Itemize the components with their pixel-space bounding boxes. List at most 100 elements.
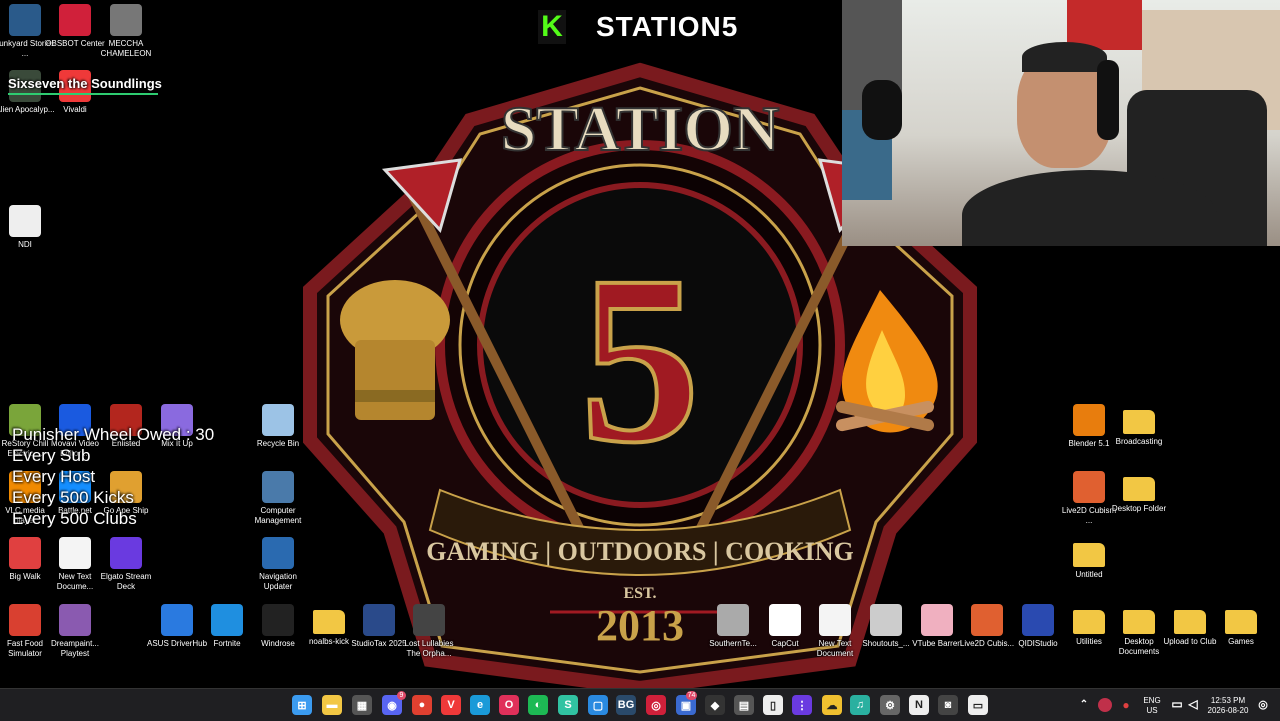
desktop-icon[interactable]: Live2D Cubis... xyxy=(960,604,1014,649)
shoutouts-icon xyxy=(870,604,902,636)
settings-icon[interactable]: ⚙ xyxy=(880,695,900,715)
ndi-tray-icon[interactable]: N xyxy=(909,695,929,715)
clock-time: 12:53 PM xyxy=(1210,696,1246,705)
desktop-icon[interactable]: Big Walk xyxy=(0,537,50,582)
windows-start-icon[interactable]: ⊞ xyxy=(292,695,312,715)
desktop-icon-label: Vivaldi xyxy=(63,105,87,114)
audio-icon[interactable]: ♫ xyxy=(850,695,870,715)
svg-text:GAMING | OUTDOORS | COOKING: GAMING | OUTDOORS | COOKING xyxy=(426,537,853,566)
desktop-icon-label: SouthernTe... xyxy=(709,639,757,648)
desktop-icon[interactable]: Navigation Updater xyxy=(253,537,303,592)
desktop-icon[interactable]: Computer Management xyxy=(253,471,303,526)
kick-logo-icon: K xyxy=(538,10,566,44)
desktop-icon[interactable]: Upload to Club xyxy=(1164,604,1216,647)
wheel-line-2: Every Host xyxy=(12,467,96,486)
edge-icon[interactable]: e xyxy=(470,695,490,715)
navigation-icon xyxy=(262,537,294,569)
vtube-icon xyxy=(921,604,953,636)
desktop-icon[interactable]: VTube Barren xyxy=(912,604,962,649)
dreampaint-icon xyxy=(59,604,91,636)
language-indicator[interactable]: ENG US xyxy=(1140,696,1164,716)
tray-app-icon[interactable] xyxy=(1098,698,1112,712)
lostlullabies-icon xyxy=(413,604,445,636)
game-icon xyxy=(9,4,41,36)
desktop-icon[interactable]: StudioTax 2025 xyxy=(351,604,407,649)
store-icon[interactable]: ▦ xyxy=(352,695,372,715)
desktop-icon[interactable]: Live2D Cubism ... xyxy=(1062,471,1116,526)
desktop-icon[interactable]: NDI xyxy=(0,205,50,250)
vivaldi-icon[interactable]: V xyxy=(441,695,461,715)
desktop-icon-label: Navigation Updater xyxy=(259,572,297,591)
desktop-icon[interactable]: Windrose xyxy=(253,604,303,649)
streamdeck-icon xyxy=(110,537,142,569)
desktop-icon[interactable]: Untitled xyxy=(1064,537,1114,580)
desktop-icon[interactable]: CapCut xyxy=(760,604,810,649)
desktop-icon[interactable]: Fast Food Simulator xyxy=(0,604,50,659)
streamdeck-icon[interactable]: ⋮ xyxy=(792,695,812,715)
network-icon[interactable]: ▭ xyxy=(1170,697,1184,711)
folder-icon xyxy=(1225,610,1257,634)
desktop-icon[interactable]: Utilities xyxy=(1064,604,1114,647)
bg-icon[interactable]: BG xyxy=(616,695,636,715)
desktop-icon[interactable]: Games xyxy=(1216,604,1266,647)
desktop-icon[interactable]: Dreampaint... Playtest xyxy=(50,604,100,659)
fastfood-icon xyxy=(9,604,41,636)
keyboard-region: US xyxy=(1146,706,1158,715)
microphone-tray-icon[interactable]: ● xyxy=(1120,698,1132,712)
chrome-icon[interactable]: ● xyxy=(412,695,432,715)
obsbot-icon[interactable]: ◎ xyxy=(646,695,666,715)
desktop-icon-label: Recycle Bin xyxy=(256,439,300,448)
obs-icon[interactable]: ◙ xyxy=(938,695,958,715)
desktop-icon[interactable]: MECCHA CHAMELEON xyxy=(101,4,151,59)
desktop-icon[interactable]: OBSBOT Center xyxy=(45,4,105,49)
desktop-icon[interactable]: Shoutouts_... xyxy=(861,604,911,649)
volume-icon[interactable]: ◁ xyxy=(1186,697,1200,711)
text-document-icon xyxy=(59,537,91,569)
desktop-icon[interactable]: Desktop Folder xyxy=(1112,471,1166,514)
clock[interactable]: 12:53 PM 2026-08-20 xyxy=(1204,696,1252,716)
desktop-icon[interactable]: New Text Document xyxy=(810,604,860,659)
desktop-icon[interactable]: Desktop Documents xyxy=(1114,604,1164,657)
desktop-icon[interactable]: Junkyard Stories ... xyxy=(0,4,55,59)
nvidia-icon[interactable]: ◆ xyxy=(705,695,725,715)
streamer-hair xyxy=(1022,42,1107,72)
desktop-icon-label: Elgato Stream Deck xyxy=(100,572,152,591)
desktop-icon[interactable]: QIDIStudio xyxy=(1013,604,1063,649)
desktop-icon-label: Lost Lullabies The Orpha... xyxy=(404,639,454,658)
weather-icon[interactable]: ☁ xyxy=(822,695,842,715)
opera-icon[interactable]: O xyxy=(499,695,519,715)
streamlabs-icon[interactable]: S xyxy=(558,695,578,715)
desktop-icon[interactable]: noalbs-kick xyxy=(304,604,354,647)
folder-icon xyxy=(1073,543,1105,567)
desktop-icon[interactable]: Lost Lullabies The Orpha... xyxy=(404,604,454,659)
sandbox-icon[interactable]: ▢ xyxy=(588,695,608,715)
language-code: ENG xyxy=(1143,696,1161,705)
spotify-icon[interactable]: ◐ xyxy=(528,695,548,715)
headphones xyxy=(1097,60,1119,140)
desktop-icon-label: Games xyxy=(1228,637,1254,646)
file-explorer-icon[interactable]: ▬ xyxy=(322,695,342,715)
studiotax-icon xyxy=(363,604,395,636)
calculator-icon[interactable]: ▤ xyxy=(734,695,754,715)
desktop-icon[interactable]: Broadcasting xyxy=(1114,404,1164,447)
microphone xyxy=(862,80,902,140)
taskbar: ⊞ ▬ ▦ ◉ ● Ve O ◐ S ▢ BG ◎ ▣ ◆ ▤ ▯ ⋮ ☁ ♫ ⚙ N ◙ ▭ 9 74 ⌃ ● ENG U… xyxy=(0,688,1280,721)
desktop-icon[interactable]: SouthernTe... xyxy=(708,604,758,649)
desktop-icon[interactable]: Recycle Bin xyxy=(253,404,303,449)
folder-icon xyxy=(1073,610,1105,634)
chameleon-icon xyxy=(110,4,142,36)
desktop-icon[interactable]: New Text Docume... xyxy=(50,537,100,592)
desktop-icon[interactable]: Blender 5.1 xyxy=(1064,404,1114,449)
windrose-icon xyxy=(262,604,294,636)
notifications-bell-icon[interactable]: ◎ xyxy=(1256,697,1270,711)
bigwalk-icon xyxy=(9,537,41,569)
chef-hat-icon xyxy=(340,280,450,420)
notes-icon[interactable]: ▭ xyxy=(968,695,988,715)
wheel-line-4: Every 500 Clubs xyxy=(12,509,137,528)
desktop-icon[interactable]: Fortnite xyxy=(202,604,252,649)
desktop-icon[interactable]: ASUS DriverHub xyxy=(147,604,207,649)
desktop-icon[interactable]: Elgato Stream Deck xyxy=(101,537,151,592)
show-hidden-icons-chevron-icon[interactable]: ⌃ xyxy=(1078,697,1090,711)
notepad-icon[interactable]: ▯ xyxy=(763,695,783,715)
phone-link-badge: 74 xyxy=(686,691,697,700)
